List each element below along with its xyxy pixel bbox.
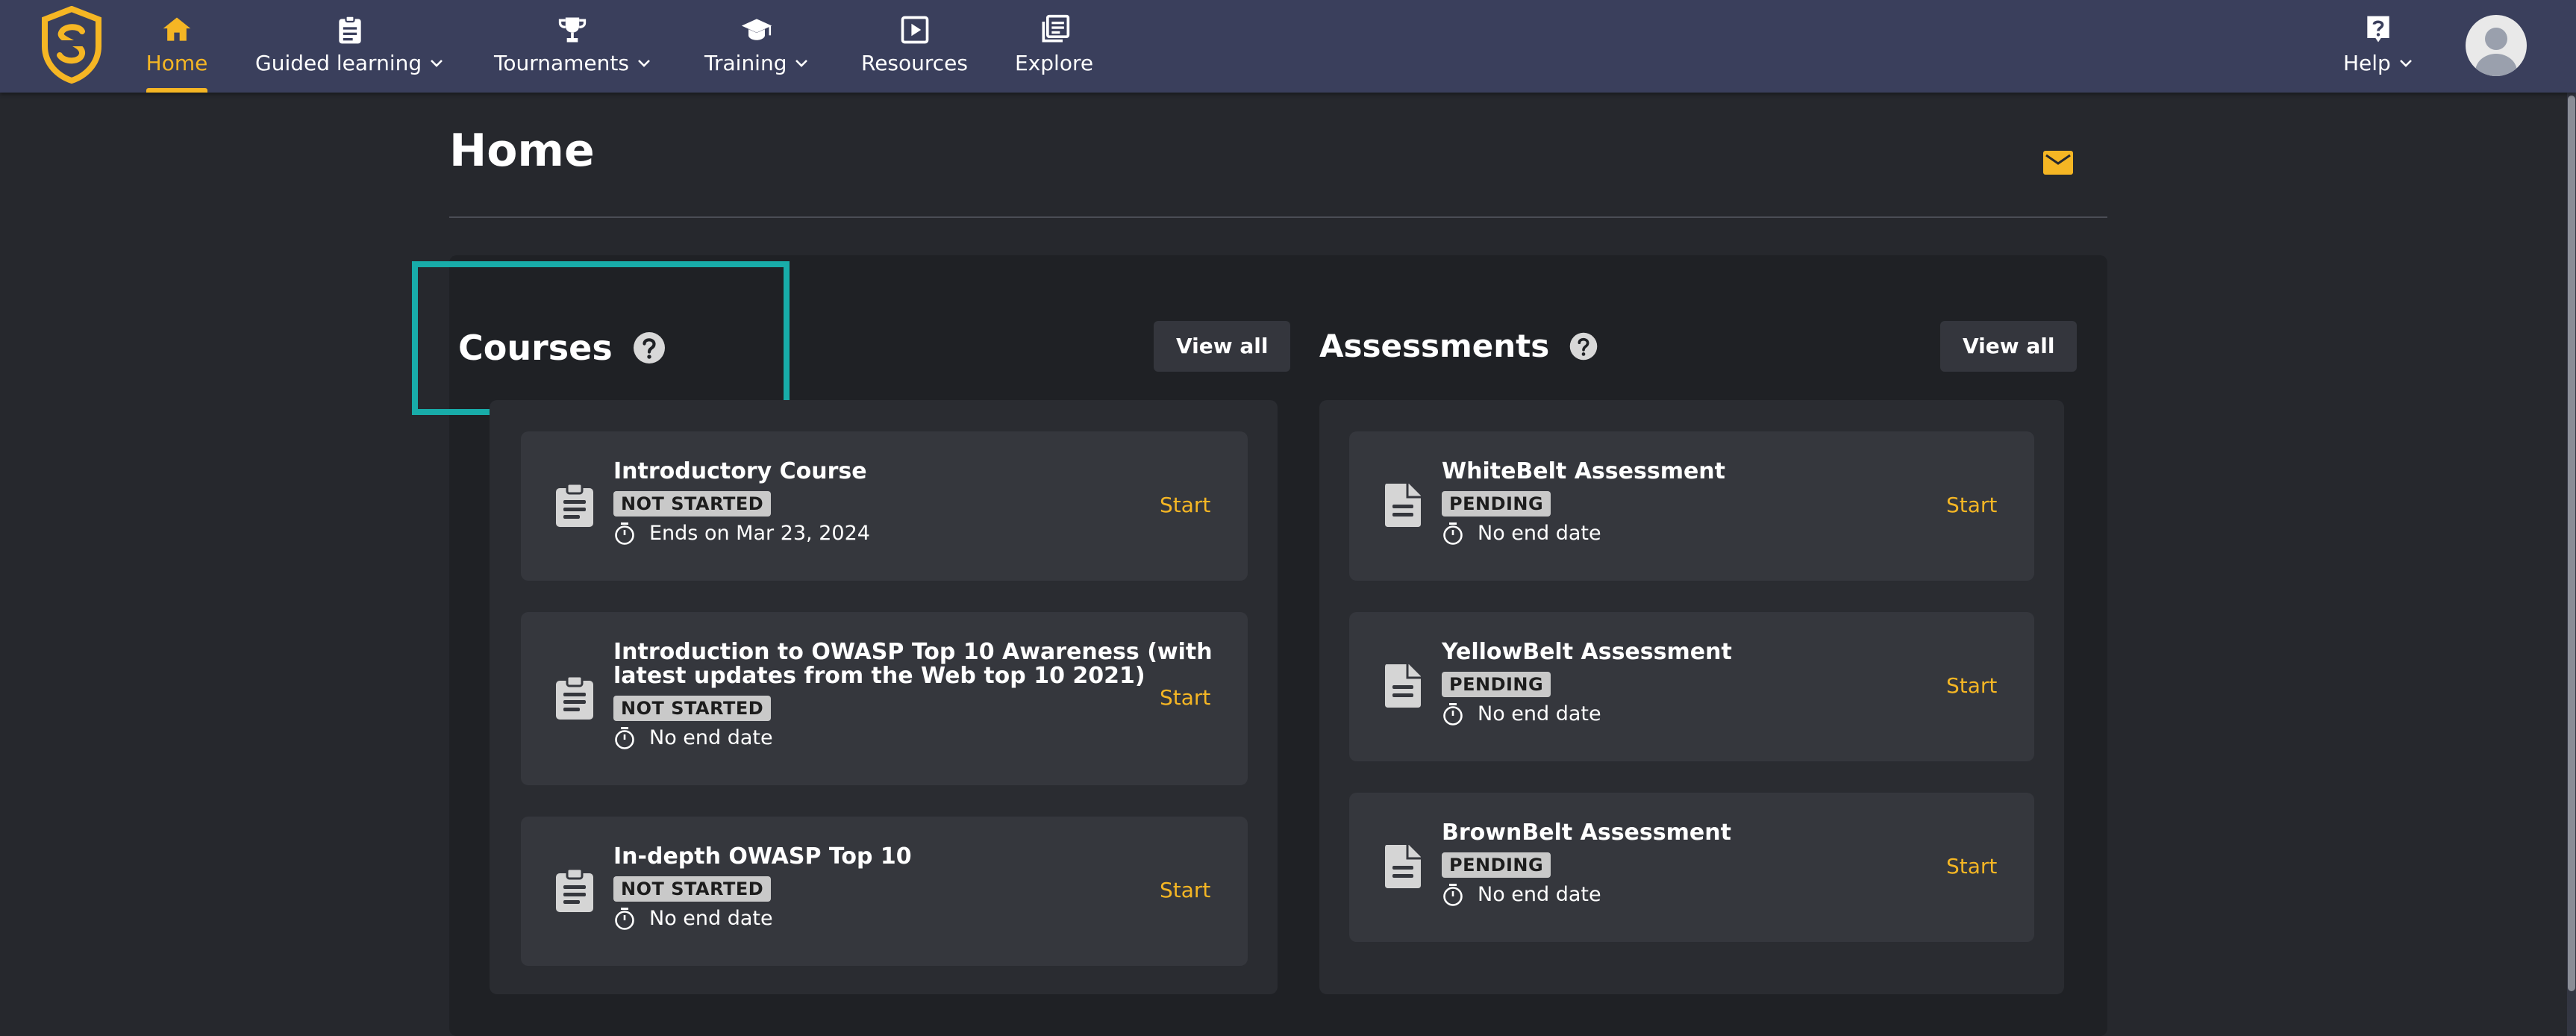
timer-icon	[1443, 703, 1463, 725]
due-date-text: No end date	[649, 907, 773, 930]
nav-help-label: Help	[2343, 51, 2391, 75]
timer-icon	[1443, 522, 1463, 545]
timer-icon	[1443, 884, 1463, 906]
scrollbar-thumb[interactable]	[2568, 96, 2575, 991]
due-date: Ends on Mar 23, 2024	[613, 521, 870, 546]
mail-icon[interactable]	[2042, 149, 2075, 176]
course-card[interactable]: Introductory Course NOT STARTED Ends on …	[521, 431, 1248, 581]
assessments-heading: Assessments	[1319, 325, 1598, 367]
clipboard-list-icon	[556, 482, 593, 527]
timer-icon	[615, 908, 634, 930]
shield-logo-icon[interactable]	[40, 6, 103, 84]
due-date-text: No end date	[1478, 883, 1601, 906]
start-button[interactable]: Start	[1160, 685, 1210, 711]
due-date-text: No end date	[649, 726, 773, 749]
nav-guided-learning[interactable]: Guided learning	[255, 0, 444, 93]
due-date: No end date	[1442, 521, 1601, 546]
status-badge: PENDING	[1442, 852, 1551, 878]
assessment-card[interactable]: WhiteBelt Assessment PENDING No end date…	[1349, 431, 2034, 581]
chevron-down-icon	[795, 60, 808, 67]
timer-icon	[615, 727, 634, 749]
assessment-title: YellowBelt Assessment	[1442, 639, 1732, 665]
status-badge: PENDING	[1442, 672, 1551, 697]
graduation-cap-icon	[742, 19, 772, 40]
chevron-down-icon	[638, 60, 650, 67]
assessment-card[interactable]: YellowBelt Assessment PENDING No end dat…	[1349, 612, 2034, 761]
nav-explore-label: Explore	[1015, 51, 1094, 75]
document-icon	[1385, 845, 1421, 888]
timer-icon	[615, 522, 634, 545]
assessments-title: Assessments	[1319, 328, 1550, 364]
nav-help[interactable]: Help	[2343, 0, 2413, 93]
course-card[interactable]: Introduction to OWASP Top 10 Awareness (…	[521, 612, 1248, 785]
active-tab-indicator	[146, 88, 207, 93]
assessment-title: WhiteBelt Assessment	[1442, 458, 1725, 484]
clipboard-list-icon	[556, 867, 593, 912]
start-button[interactable]: Start	[1160, 493, 1210, 518]
status-badge: NOT STARTED	[613, 696, 772, 721]
clipboard-icon	[338, 15, 361, 44]
nav-home[interactable]: Home	[146, 0, 207, 93]
nav-training-label: Training	[704, 51, 787, 75]
assessment-card[interactable]: BrownBelt Assessment PENDING No end date…	[1349, 793, 2034, 942]
status-badge: NOT STARTED	[613, 876, 772, 902]
due-date: No end date	[613, 725, 773, 751]
start-button[interactable]: Start	[1946, 493, 1997, 518]
nav-training[interactable]: Training	[704, 0, 809, 93]
page-title: Home	[449, 125, 595, 177]
nav-tournaments-label: Tournaments	[494, 51, 629, 75]
nav-home-label: Home	[146, 51, 208, 75]
start-button[interactable]: Start	[1946, 854, 1997, 879]
due-date: No end date	[1442, 702, 1601, 727]
stacked-pages-icon	[1042, 14, 1069, 43]
nav-resources[interactable]: Resources	[861, 0, 968, 93]
due-date: No end date	[1442, 882, 1601, 908]
document-icon	[1385, 484, 1421, 527]
nav-guided-learning-label: Guided learning	[255, 51, 422, 75]
course-card[interactable]: In-depth OWASP Top 10 NOT STARTED No end…	[521, 817, 1248, 966]
home-icon	[163, 17, 191, 41]
chevron-down-icon	[431, 60, 443, 67]
course-title-line-1: Introduction to OWASP Top 10 Awareness (…	[613, 639, 1213, 665]
play-box-icon	[901, 16, 928, 44]
due-date-text: No end date	[1478, 702, 1601, 725]
course-title-line-2: latest updates from the Web top 10 2021)	[613, 663, 1145, 689]
status-badge: PENDING	[1442, 491, 1551, 517]
start-button[interactable]: Start	[1946, 673, 1997, 699]
start-button[interactable]: Start	[1160, 878, 1210, 903]
document-icon	[1385, 664, 1421, 708]
nav-tournaments[interactable]: Tournaments	[494, 0, 651, 93]
course-title: Introductory Course	[613, 458, 867, 484]
courses-highlight-box	[412, 261, 790, 415]
nav-explore[interactable]: Explore	[1015, 0, 1093, 93]
header-divider	[449, 216, 2107, 218]
status-badge: NOT STARTED	[613, 491, 772, 517]
due-date-text: Ends on Mar 23, 2024	[649, 522, 870, 545]
chevron-down-icon	[2399, 60, 2412, 67]
due-date-text: No end date	[1478, 522, 1601, 545]
top-navigation-bar: Home Guided learning Tournaments Trainin…	[0, 0, 2576, 93]
trophy-icon	[559, 17, 587, 43]
user-avatar-button[interactable]	[2466, 15, 2527, 76]
assessment-title: BrownBelt Assessment	[1442, 820, 1731, 846]
clipboard-list-icon	[556, 675, 593, 720]
user-avatar-icon	[2475, 28, 2517, 76]
course-title: In-depth OWASP Top 10	[613, 843, 912, 870]
help-circle-icon[interactable]	[1569, 331, 1598, 361]
nav-resources-label: Resources	[861, 51, 968, 75]
question-box-icon	[2367, 16, 2389, 43]
courses-view-all-button[interactable]: View all	[1154, 321, 1291, 372]
due-date: No end date	[613, 906, 773, 932]
assessments-view-all-button[interactable]: View all	[1940, 321, 2078, 372]
